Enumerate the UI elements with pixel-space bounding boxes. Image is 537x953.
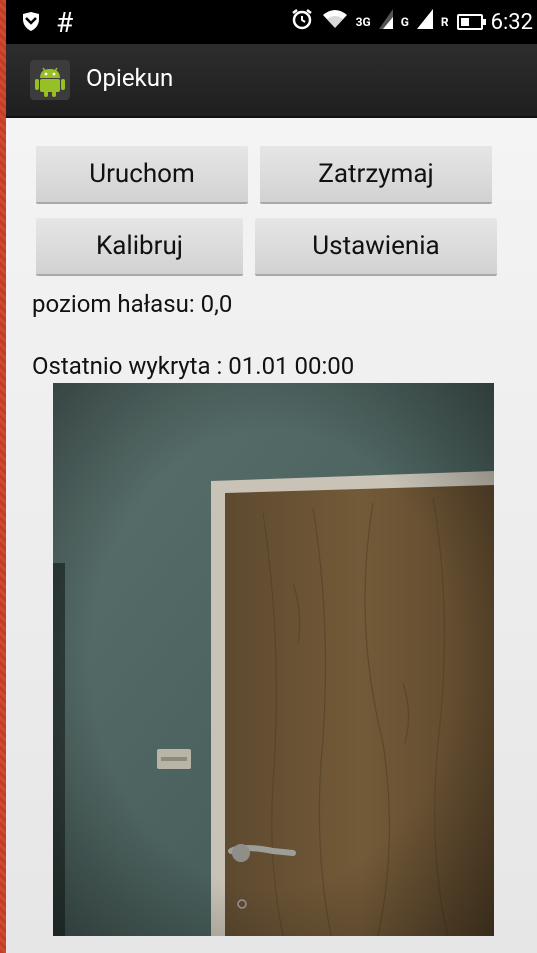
app-title: Opiekun	[86, 64, 174, 92]
android-icon[interactable]	[30, 60, 70, 104]
noise-level-text: poziom hałasu: 0,0	[32, 290, 233, 318]
status-bar: # 3G G R 6:32	[6, 0, 537, 44]
stop-button[interactable]: Zatrzymaj	[260, 146, 492, 204]
main-content: Uruchom Zatrzymaj Kalibruj Ustawienia po…	[6, 118, 537, 953]
alarm-icon	[290, 7, 314, 37]
camera-preview	[53, 383, 494, 936]
action-bar: Opiekun	[6, 44, 537, 118]
last-detected-text: Ostatnio wykryta : 01.01 00:00	[32, 352, 355, 380]
network-g-label: G	[400, 15, 409, 29]
settings-button[interactable]: Ustawienia	[255, 218, 497, 276]
battery-icon	[456, 14, 486, 30]
shield-icon	[20, 10, 42, 36]
roaming-label: R	[440, 15, 449, 29]
signal-icon-2	[416, 9, 433, 35]
hash-icon: #	[56, 6, 74, 39]
start-button[interactable]: Uruchom	[36, 146, 248, 204]
network-3g-label: 3G	[355, 15, 371, 29]
signal-icon-1	[378, 9, 393, 35]
clock-time: 6:32	[490, 9, 533, 35]
calibrate-button[interactable]: Kalibruj	[36, 218, 243, 276]
wifi-icon	[322, 8, 348, 36]
